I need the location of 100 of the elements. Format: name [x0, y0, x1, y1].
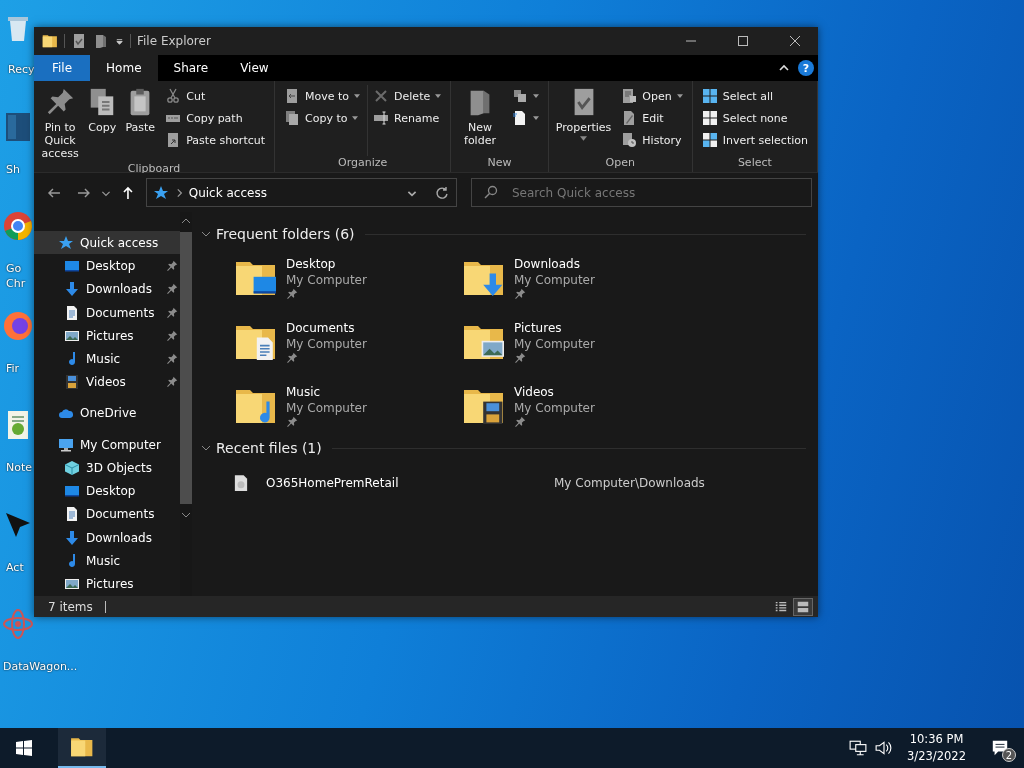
caret-icon: [354, 94, 361, 98]
folder-icon[interactable]: [42, 33, 58, 49]
ribbon-button[interactable]: History: [618, 129, 686, 151]
scissors-icon: [165, 88, 182, 104]
new-folder-icon[interactable]: [93, 33, 109, 49]
group-label: Organize: [337, 156, 389, 170]
history-icon: [621, 132, 638, 148]
ribbon-button[interactable]: Properties: [552, 85, 615, 156]
folder-name[interactable]: Music: [286, 384, 367, 400]
group-label: Open: [604, 156, 636, 170]
tree-item[interactable]: Pictures: [34, 572, 181, 596]
desktop-icon-label: DataWagon...: [2, 659, 78, 674]
ribbon-button[interactable]: Copy: [84, 85, 121, 162]
stack-icon: [511, 88, 528, 104]
tree-item[interactable]: My Computer: [34, 432, 181, 457]
desktop-icon-label: Go: [5, 261, 22, 276]
tree-item[interactable]: Desktop: [34, 479, 181, 503]
ribbon-button[interactable]: Open: [618, 85, 686, 107]
group-label: New: [486, 156, 513, 170]
delete-icon: [373, 88, 390, 104]
window-title: File Explorer: [137, 34, 211, 48]
caret-icon: [676, 94, 683, 98]
film-icon: [64, 374, 80, 391]
cube-icon: [64, 459, 80, 476]
tree-item[interactable]: Documents: [34, 300, 181, 325]
section-header[interactable]: Recent files (1): [200, 438, 806, 458]
clock[interactable]: 10:36 PM 3/23/2022: [907, 731, 966, 765]
file-icon[interactable]: [234, 474, 248, 492]
folder-name[interactable]: Pictures: [514, 320, 595, 336]
ribbon-tab[interactable]: Share: [157, 55, 225, 81]
folder-name[interactable]: Documents: [286, 320, 367, 336]
document-icon: [64, 304, 80, 321]
ribbon-button[interactable]: Move to: [281, 85, 364, 107]
group-label: Select: [736, 156, 773, 170]
properties-icon[interactable]: [71, 33, 87, 49]
tree-item[interactable]: 3D Objects: [34, 456, 181, 480]
folder-name[interactable]: Downloads: [514, 256, 595, 272]
group-label: Clipboard: [126, 162, 182, 176]
notification-button[interactable]: 2: [986, 734, 1014, 762]
address-bar[interactable]: Quick access: [145, 178, 457, 207]
ribbon-tab[interactable]: File: [34, 55, 91, 81]
grid-icon: [701, 110, 718, 126]
taskbar-app[interactable]: [58, 728, 106, 768]
ribbon-button[interactable]: Rename: [370, 107, 445, 129]
search-icon: [482, 184, 499, 200]
network-icon[interactable]: [849, 739, 868, 757]
notification-badge: 2: [1002, 748, 1016, 762]
file-name[interactable]: O365HomePremRetail: [266, 476, 554, 490]
new-item-icon: [511, 110, 528, 126]
ribbon-button[interactable]: Cut: [162, 85, 269, 107]
tree-item[interactable]: Music: [34, 347, 181, 371]
search-field[interactable]: Search Quick access: [470, 178, 812, 207]
desktop-icon-label: Chr: [5, 276, 26, 291]
desktop-icon-label: Recy: [7, 62, 35, 77]
ribbon-button[interactable]: Delete: [370, 85, 445, 107]
tree-item[interactable]: Downloads: [34, 277, 181, 301]
windows-start-icon[interactable]: [16, 740, 32, 756]
caret-icon: [352, 116, 359, 120]
ribbon-button[interactable]: Select none: [698, 107, 811, 129]
ribbon-button[interactable]: Copy path: [162, 107, 269, 129]
star-icon: [152, 184, 169, 201]
refresh-icon[interactable]: [433, 184, 450, 201]
monitor-icon: [58, 436, 74, 453]
folder-name[interactable]: Desktop: [286, 256, 367, 272]
ribbon-button[interactable]: Paste: [122, 85, 159, 162]
folder-name[interactable]: Videos: [514, 384, 595, 400]
message-icon: [991, 739, 1009, 757]
caret-icon: [580, 136, 588, 141]
ribbon-button[interactable]: New folder: [455, 85, 505, 156]
down-arrow-icon: [64, 281, 80, 298]
tree-item[interactable]: Videos: [34, 370, 181, 395]
ribbon-button[interactable]: Edit: [618, 107, 686, 129]
chevron-down-icon[interactable]: [181, 512, 192, 518]
tree-item[interactable]: Documents: [34, 502, 181, 527]
document-icon: [64, 506, 80, 523]
tree-item[interactable]: Quick access: [34, 231, 181, 255]
desktop-icon: [64, 483, 80, 500]
ribbon-button[interactable]: Select all: [698, 85, 811, 107]
desktop-icon-label: Act: [5, 559, 24, 575]
tree-item[interactable]: Pictures: [34, 324, 181, 348]
large-icons-view-icon[interactable]: [794, 598, 812, 615]
ribbon-tab[interactable]: View: [224, 55, 285, 81]
ribbon-button[interactable]: Pin to Quick access: [38, 85, 83, 162]
section-header[interactable]: Frequent folders (6): [200, 224, 806, 244]
caret-icon[interactable]: [115, 36, 124, 46]
ribbon-tab[interactable]: Home: [90, 55, 158, 81]
ribbon-button[interactable]: Copy to: [281, 107, 364, 129]
help-button[interactable]: ?: [798, 60, 814, 76]
tree-item[interactable]: Downloads: [34, 526, 181, 550]
tree-item[interactable]: Desktop: [34, 254, 181, 278]
down-arrow-icon: [64, 529, 80, 546]
ribbon-button[interactable]: Paste shortcut: [162, 129, 269, 151]
desktop-icon-label: Note: [5, 460, 33, 475]
rename-icon: [373, 110, 390, 126]
tree-item[interactable]: Music: [34, 549, 181, 573]
ribbon-button[interactable]: Invert selection: [698, 129, 811, 151]
folder-location: My Computer: [514, 400, 595, 416]
tree-item[interactable]: OneDrive: [34, 401, 181, 426]
volume-icon[interactable]: [875, 739, 894, 757]
folder-location: My Computer: [286, 272, 367, 288]
